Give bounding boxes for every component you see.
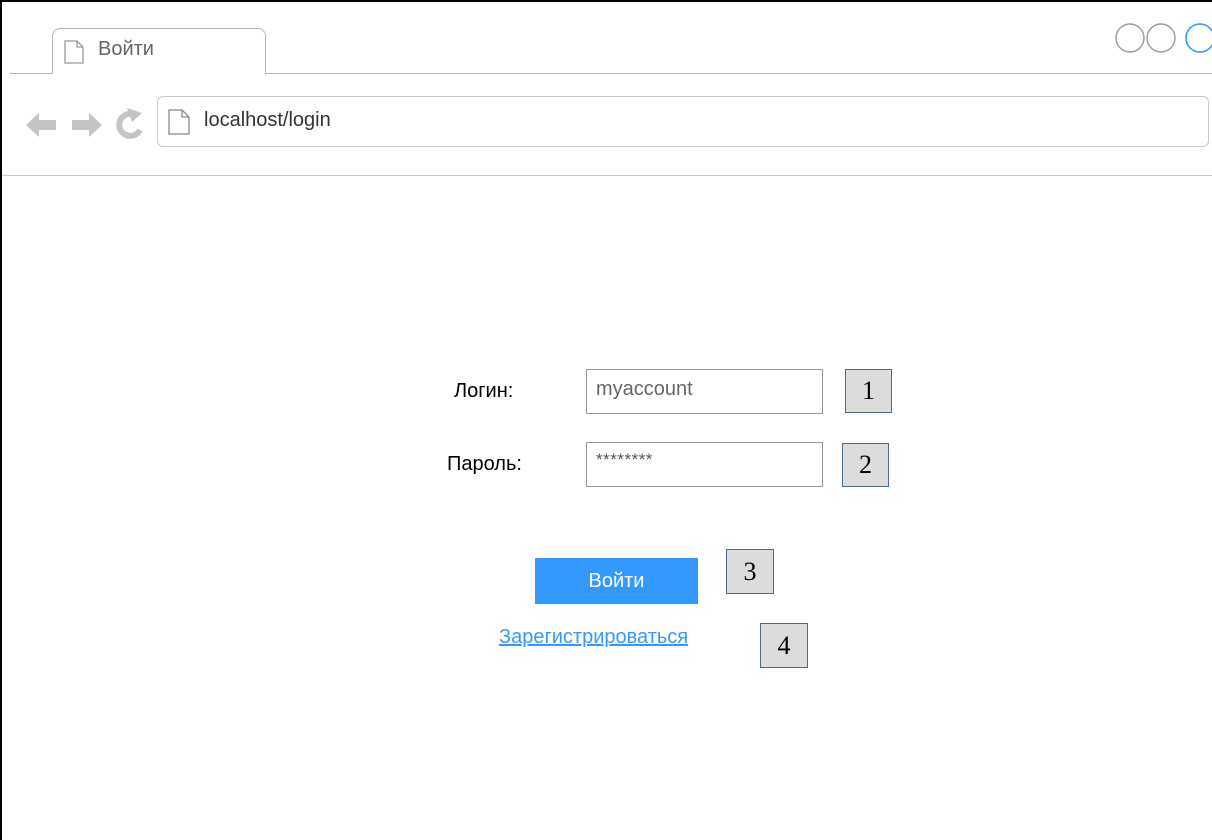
address-bar[interactable]: localhost/login	[157, 96, 1209, 147]
login-input-value: myaccount	[596, 378, 693, 400]
window-controls	[1110, 21, 1212, 53]
register-link[interactable]: Зарегистрироваться	[499, 626, 688, 649]
minimize-button[interactable]	[1115, 23, 1145, 53]
toolbar-divider	[2, 175, 1212, 176]
annotation-marker: 4	[760, 623, 808, 668]
password-input-value: ********	[596, 450, 653, 469]
browser-window: Войти localhost/login Логин: myaccount 1…	[0, 0, 1212, 840]
page-icon	[168, 109, 190, 140]
close-button[interactable]	[1185, 23, 1212, 53]
annotation-marker: 3	[726, 549, 774, 594]
nav-controls	[24, 105, 149, 150]
reload-icon[interactable]	[116, 108, 143, 139]
tab-bar-divider	[266, 73, 1212, 74]
password-input[interactable]: ********	[586, 442, 823, 487]
login-button[interactable]: Войти	[535, 558, 698, 604]
forward-arrow-icon[interactable]	[72, 113, 102, 137]
page-icon	[64, 40, 84, 69]
annotation-marker: 1	[845, 369, 892, 413]
url-text: localhost/login	[204, 109, 331, 131]
tab-title: Войти	[98, 38, 154, 60]
login-input[interactable]: myaccount	[586, 369, 823, 414]
back-arrow-icon[interactable]	[26, 113, 56, 137]
annotation-marker: 2	[842, 443, 889, 487]
browser-tab[interactable]: Войти	[52, 28, 266, 74]
password-label: Пароль:	[447, 453, 522, 475]
tab-bar-divider	[10, 73, 53, 74]
login-label: Логин:	[454, 380, 514, 402]
maximize-button[interactable]	[1146, 23, 1176, 53]
